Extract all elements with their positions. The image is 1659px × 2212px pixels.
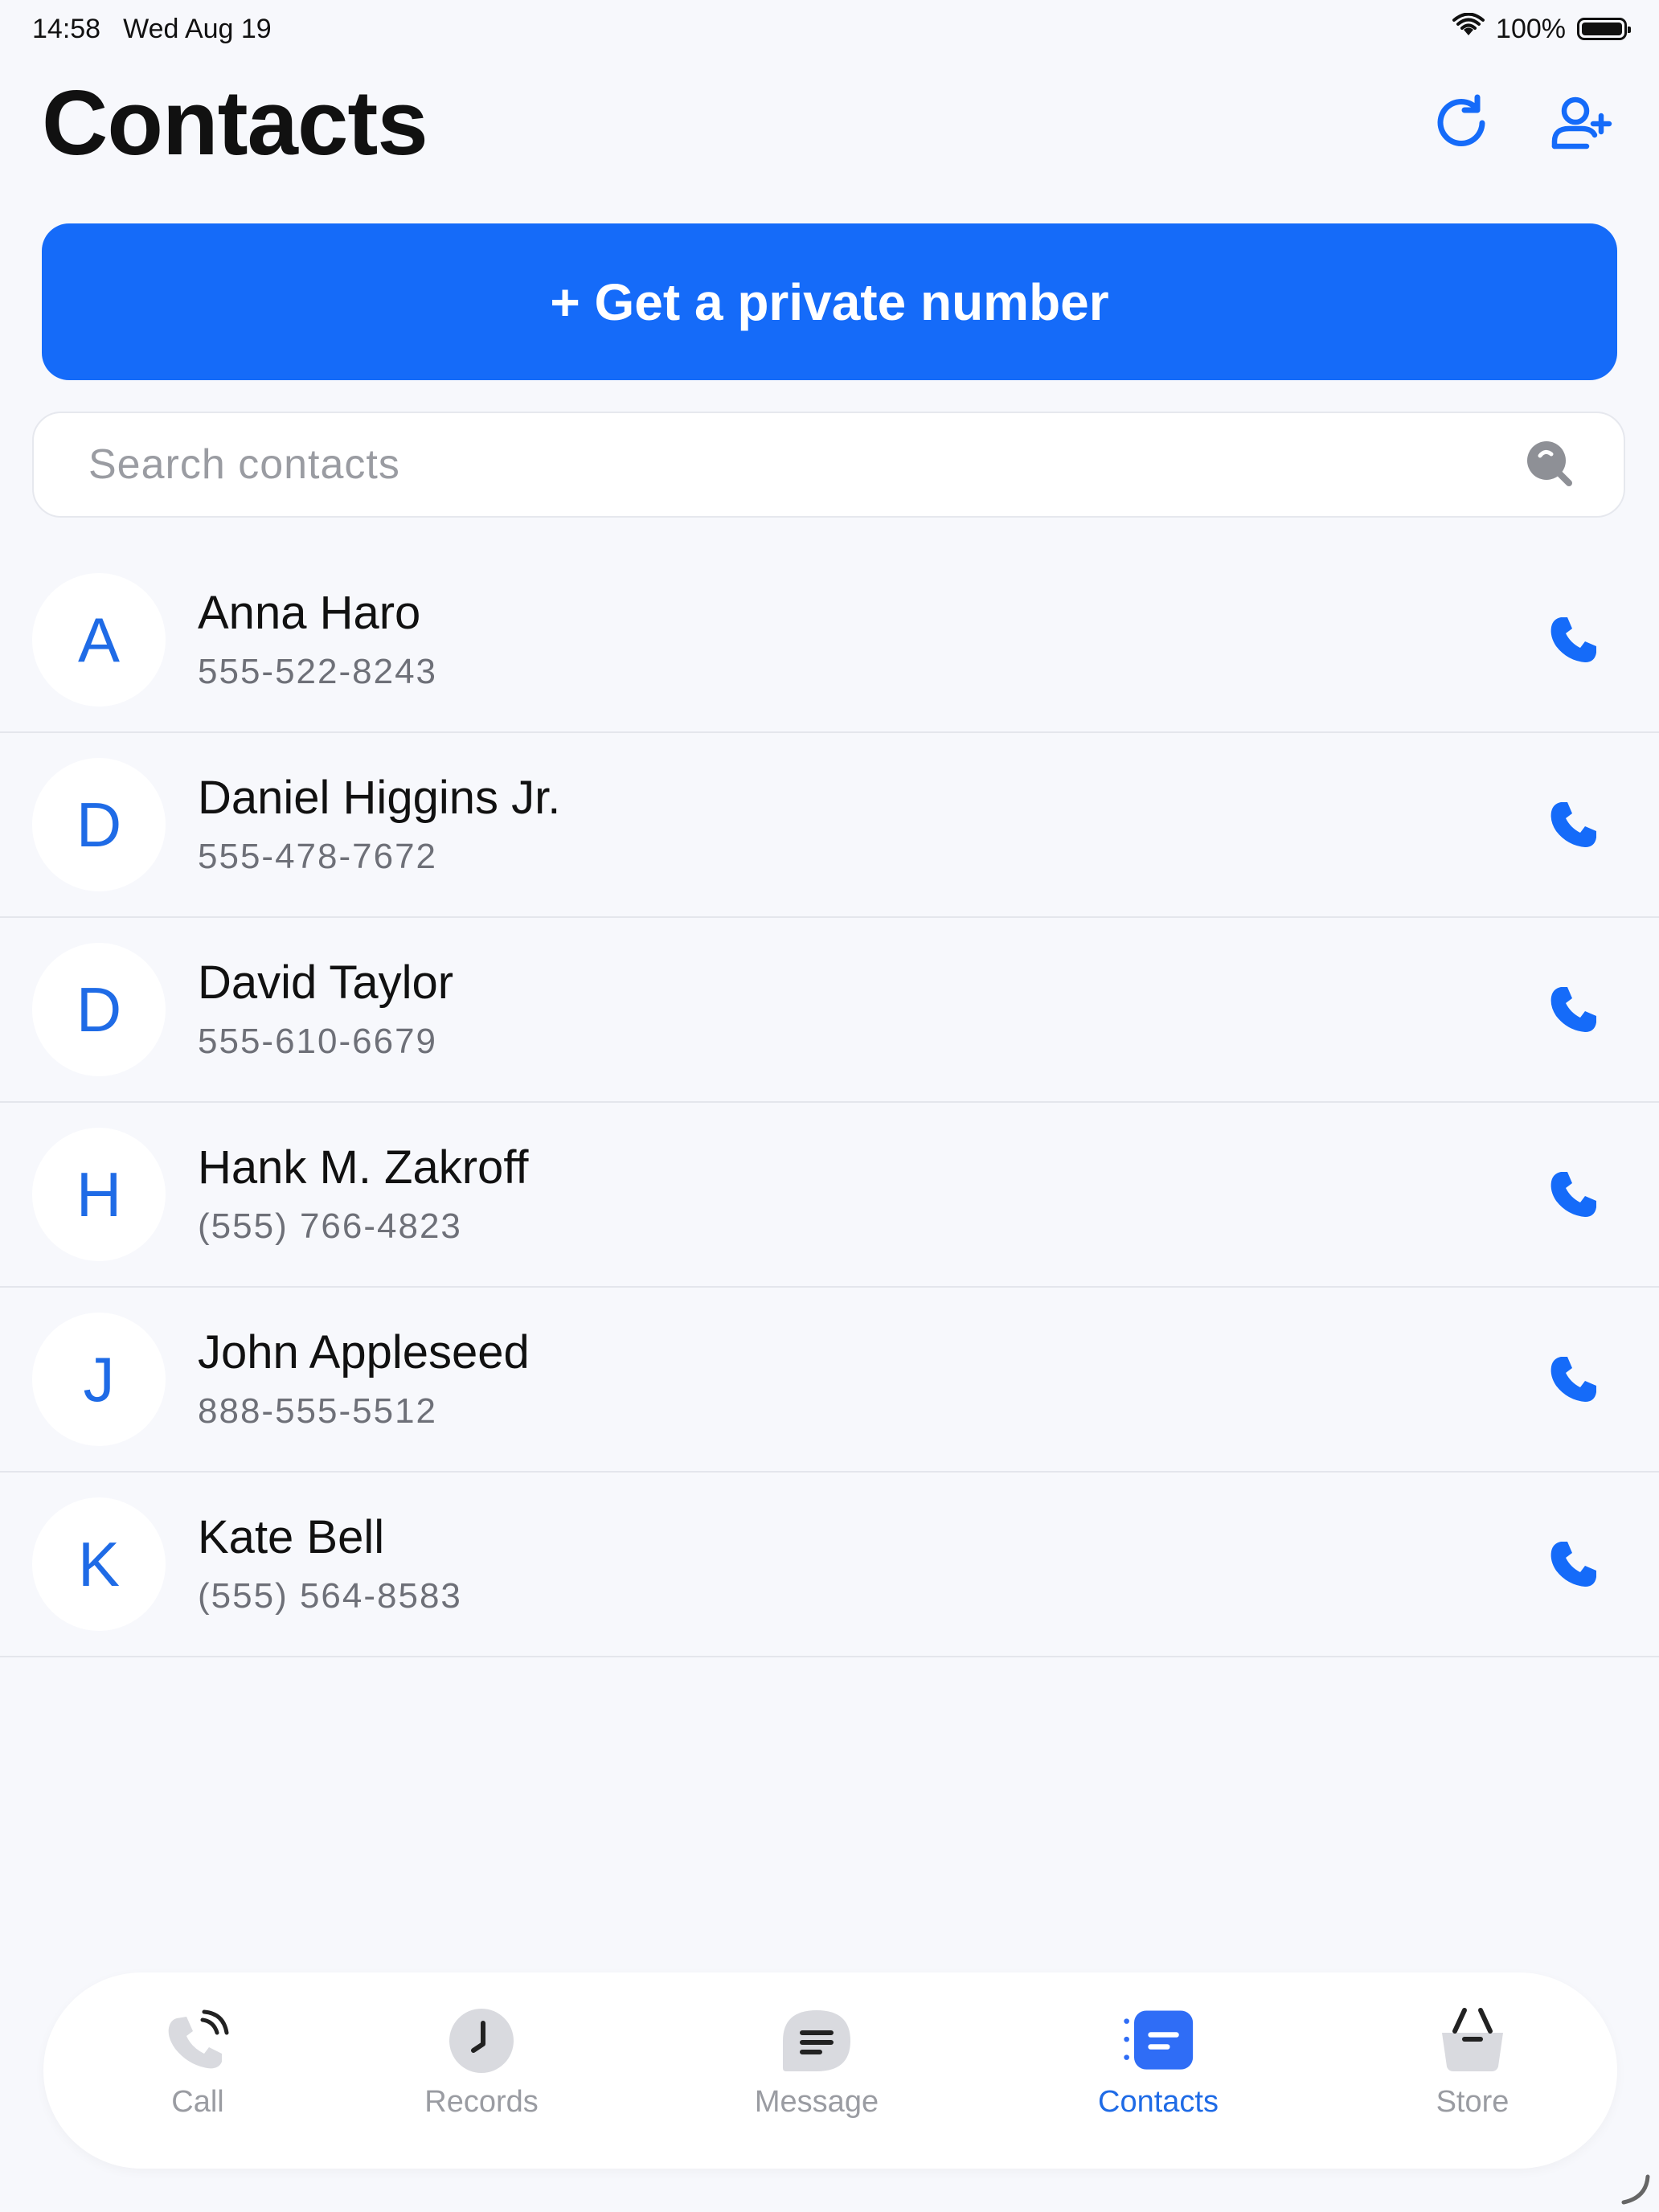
contact-name: John Appleseed [198, 1326, 530, 1379]
tab-bar: Call Records Message Contacts Store [43, 1972, 1617, 2169]
search-input[interactable] [87, 440, 1522, 490]
call-button[interactable] [1542, 608, 1606, 672]
battery-icon [1577, 18, 1631, 40]
phone-icon [1550, 1542, 1596, 1587]
header: Contacts [42, 63, 1617, 183]
contact-phone: 555-478-7672 [198, 836, 438, 876]
call-button[interactable] [1542, 1162, 1606, 1227]
avatar: J [32, 1313, 166, 1446]
avatar: H [32, 1128, 166, 1261]
status-time: 14:58 [32, 13, 101, 44]
list-item[interactable]: D David Taylor 555-610-6679 [0, 918, 1659, 1103]
contact-phone: 888-555-5512 [198, 1391, 438, 1431]
clock-icon [445, 2005, 518, 2077]
battery-percent: 100% [1496, 13, 1566, 44]
contact-info: Hank M. Zakroff (555) 766-4823 [198, 1103, 529, 1286]
call-icon [162, 2005, 234, 2077]
contact-name: Hank M. Zakroff [198, 1141, 529, 1194]
phone-icon [1550, 617, 1596, 662]
phone-icon [1550, 1357, 1596, 1402]
list-item[interactable]: A Anna Haro 555-522-8243 [0, 548, 1659, 733]
contact-info: Daniel Higgins Jr. 555-478-7672 [198, 733, 560, 916]
phone-icon [1550, 802, 1596, 847]
message-icon [780, 2005, 853, 2077]
call-button[interactable] [1542, 793, 1606, 857]
page-title: Contacts [42, 72, 428, 174]
contact-name: Anna Haro [198, 587, 421, 640]
tab-records[interactable]: Records [377, 2005, 586, 2120]
tab-label: Call [171, 2085, 224, 2119]
tab-label: Store [1436, 2085, 1509, 2119]
call-button[interactable] [1542, 1347, 1606, 1411]
tab-message[interactable]: Message [712, 2005, 921, 2120]
header-actions [1429, 91, 1614, 155]
list-item[interactable]: K Kate Bell (555) 564-8583 [0, 1473, 1659, 1657]
basket-icon [1436, 2005, 1509, 2077]
avatar: D [32, 943, 166, 1076]
contact-phone: 555-522-8243 [198, 651, 438, 691]
tab-call[interactable]: Call [93, 2005, 302, 2120]
corner-resize-handle [1619, 2173, 1651, 2206]
contact-info: David Taylor 555-610-6679 [198, 918, 453, 1101]
phone-icon [1550, 987, 1596, 1032]
call-button[interactable] [1542, 1532, 1606, 1596]
phone-icon [1550, 1172, 1596, 1217]
status-date: Wed Aug 19 [123, 13, 272, 44]
status-left: 14:58 Wed Aug 19 [32, 14, 272, 45]
search-icon[interactable] [1522, 436, 1575, 494]
search-box[interactable] [32, 412, 1625, 518]
refresh-icon [1437, 94, 1485, 146]
contact-name: David Taylor [198, 956, 454, 1010]
avatar: A [32, 573, 166, 707]
contact-phone: 555-610-6679 [198, 1021, 438, 1061]
contact-info: Kate Bell (555) 564-8583 [198, 1473, 462, 1656]
contact-phone: (555) 564-8583 [198, 1575, 462, 1616]
contact-info: John Appleseed 888-555-5512 [198, 1288, 530, 1471]
contacts-icon [1122, 2005, 1194, 2077]
list-item[interactable]: H Hank M. Zakroff (555) 766-4823 [0, 1103, 1659, 1288]
status-bar: 14:58 Wed Aug 19 100% [0, 0, 1659, 58]
contact-info: Anna Haro 555-522-8243 [198, 548, 437, 731]
contact-name: Kate Bell [198, 1511, 385, 1564]
call-button[interactable] [1542, 977, 1606, 1042]
tab-label: Contacts [1098, 2085, 1219, 2119]
list-item[interactable]: D Daniel Higgins Jr. 555-478-7672 [0, 733, 1659, 918]
list-item[interactable]: J John Appleseed 888-555-5512 [0, 1288, 1659, 1473]
refresh-button[interactable] [1429, 91, 1493, 155]
avatar: D [32, 758, 166, 891]
tab-store[interactable]: Store [1368, 2005, 1577, 2120]
tab-label: Records [424, 2085, 539, 2119]
get-private-number-button[interactable]: + Get a private number [42, 223, 1617, 380]
tab-label: Message [754, 2085, 879, 2119]
status-right: 100% [1452, 12, 1631, 46]
contact-list: A Anna Haro 555-522-8243 D Daniel Higgin… [0, 548, 1659, 1657]
add-contact-button[interactable] [1550, 91, 1614, 155]
wifi-icon [1452, 12, 1485, 46]
contact-name: Daniel Higgins Jr. [198, 772, 561, 825]
contact-phone: (555) 766-4823 [198, 1206, 462, 1246]
avatar: K [32, 1497, 166, 1631]
tab-contacts[interactable]: Contacts [1054, 2005, 1263, 2120]
add-user-icon [1551, 96, 1612, 150]
